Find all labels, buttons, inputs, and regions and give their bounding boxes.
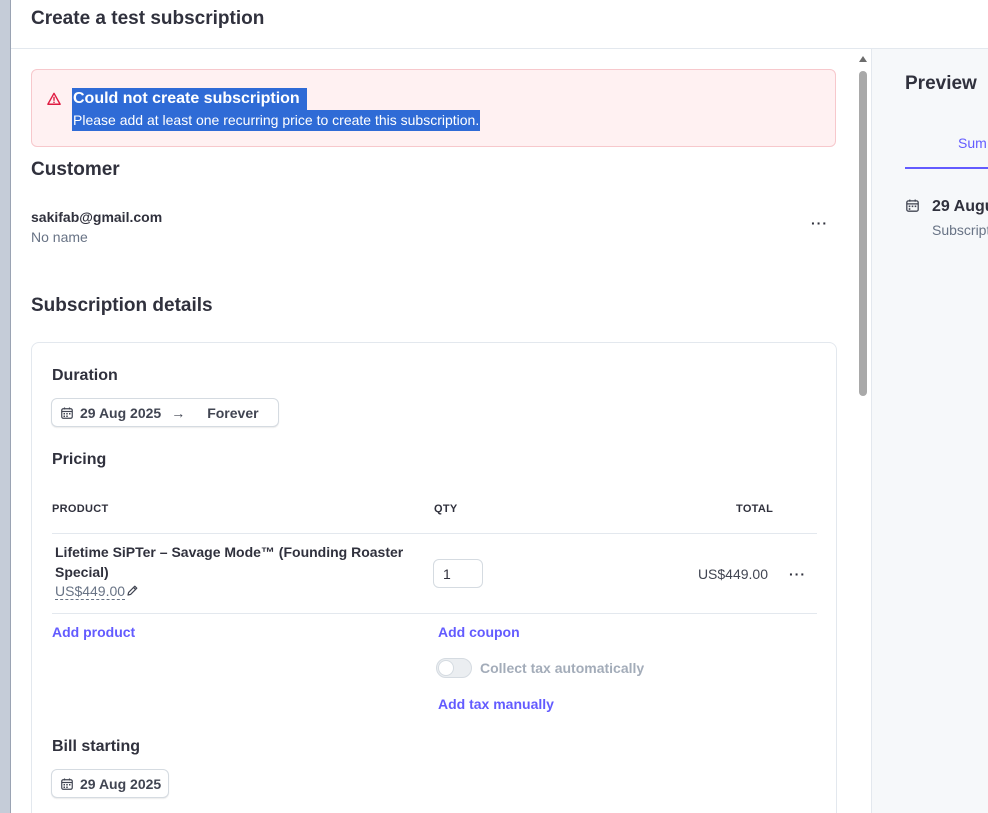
calendar-icon xyxy=(61,407,73,419)
subscription-details-card: Duration 29 Aug 2025 → Forever Pricing P… xyxy=(31,342,837,813)
preview-subtitle: Subscript xyxy=(932,222,988,238)
pencil-icon[interactable] xyxy=(126,584,139,597)
column-header-total: TOTAL xyxy=(736,503,774,515)
left-rail xyxy=(0,0,11,813)
product-name: Lifetime SiPTer – Savage Mode™ (Founding… xyxy=(55,544,404,580)
duration-picker[interactable]: 29 Aug 2025 → Forever xyxy=(51,398,279,427)
arrow-right-icon: → xyxy=(171,404,186,421)
preview-title: Preview xyxy=(905,73,977,94)
duration-end: Forever xyxy=(207,404,259,421)
bill-start-date: 29 Aug 2025 xyxy=(80,775,162,792)
bill-start-date-picker[interactable]: 29 Aug 2025 xyxy=(51,769,169,798)
page-title: Create a test subscription xyxy=(31,8,265,29)
column-header-product: PRODUCT xyxy=(52,503,109,515)
pricing-label: Pricing xyxy=(52,451,107,468)
preview-date: 29 Augu xyxy=(932,198,988,215)
add-coupon-link[interactable]: Add coupon xyxy=(438,624,520,640)
page-header: Create a test subscription xyxy=(11,0,988,49)
scrollbar-thumb[interactable] xyxy=(859,71,867,396)
customer-more-button[interactable]: ··· xyxy=(811,215,828,231)
collect-tax-toggle[interactable] xyxy=(436,658,472,678)
calendar-icon xyxy=(61,778,73,790)
warning-icon xyxy=(47,92,61,105)
preview-panel: Preview Sum 29 Augu Subscript xyxy=(871,49,988,813)
toggle-knob xyxy=(438,660,454,676)
active-tab-indicator xyxy=(905,167,988,169)
subscription-details-title: Subscription details xyxy=(31,295,213,316)
main-scrollbar[interactable] xyxy=(856,52,871,813)
duration-start: 29 Aug 2025 xyxy=(80,404,162,421)
alert-message: Please add at least one recurring price … xyxy=(72,110,481,131)
duration-label: Duration xyxy=(52,367,118,384)
column-header-qty: QTY xyxy=(434,503,458,515)
scroll-up-arrow-icon[interactable] xyxy=(859,56,867,62)
tab-summary[interactable]: Sum xyxy=(958,135,987,151)
customer-section-title: Customer xyxy=(31,159,120,180)
row-more-button[interactable]: ··· xyxy=(789,566,806,582)
quantity-input[interactable]: 1 xyxy=(433,559,483,588)
bill-starting-label: Bill starting xyxy=(52,738,141,755)
add-tax-manually-link[interactable]: Add tax manually xyxy=(438,696,554,712)
collect-tax-label: Collect tax automatically xyxy=(480,660,645,676)
table-divider xyxy=(52,613,817,614)
table-divider xyxy=(52,533,817,534)
add-product-link[interactable]: Add product xyxy=(52,624,135,640)
product-price[interactable]: US$449.00 xyxy=(55,584,126,600)
main-panel: Could not create subscription Please add… xyxy=(11,49,856,813)
alert-title: Could not create subscription xyxy=(72,88,307,110)
row-total: US$449.00 xyxy=(697,566,768,582)
calendar-icon xyxy=(906,199,919,212)
customer-email: sakifab@gmail.com xyxy=(31,209,163,225)
customer-name: No name xyxy=(31,229,88,245)
error-alert: Could not create subscription Please add… xyxy=(31,69,836,147)
